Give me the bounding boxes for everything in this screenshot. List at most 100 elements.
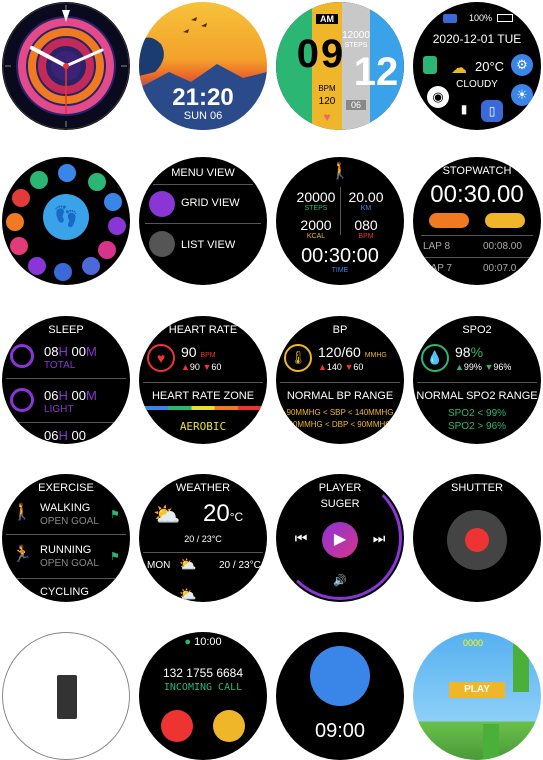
minute-unit: M [85,388,97,403]
camera-shutter-screen: SHUTTER [413,474,541,602]
light-hours: 06 [44,388,59,403]
decline-button[interactable] [161,710,193,742]
time-label: 21:20 [172,84,234,111]
activity-screen: 🚶 20000 STEPS 20.00 KM 2000 KCAL 080 BPM… [276,157,404,285]
settings-icon[interactable]: ⚙ [511,54,533,76]
screen-title: SHUTTER [451,482,503,494]
spo2-high: 99% [463,362,482,372]
watchface-analog[interactable] [2,2,130,130]
spo2-low: 96% [493,362,512,372]
bpm-label: BPM [318,84,336,93]
hr-low: 60 [211,362,222,372]
range-line: 60MMHG < DBP < 90MMHG [288,420,392,429]
camera-app-icon[interactable] [104,193,122,211]
light-sleep-icon [10,388,34,412]
date-label: 2020-12-01 TUE [432,32,522,46]
exercise-name[interactable]: RUNNING [40,544,91,556]
music-player-screen: PLAYER SUGER ⏮ ▶ ⏭ 🔊 [276,474,404,602]
thermometer-icon: 🌡 [284,344,312,372]
temp-label: 20°C [475,59,505,74]
exercise-app-icon[interactable] [6,213,24,231]
total-label: TOTAL [44,360,76,371]
vibrate-icon[interactable]: ▯ [481,100,503,122]
next-button[interactable]: ⏭ [370,530,388,547]
spo2-app-icon[interactable] [30,171,48,189]
bp-app-icon[interactable] [12,189,30,207]
range-title: NORMAL SPO2 RANGE [416,390,538,402]
bpm-value: 120 [318,96,336,107]
watchface-info[interactable]: 100% 2020-12-01 TUE ☁ 20°C ⚙ CLOUDY ◉ ▮ … [413,2,541,130]
volume-icon[interactable]: 🔊 [332,574,348,587]
forecast-range: 20 / 23°C [219,560,261,571]
hour-unit: H [58,344,68,359]
game-app-icon[interactable] [98,241,116,259]
steps-label: STEPS [304,205,328,212]
stopwatch-screen: STOPWATCH 00:30.00 LAP 8 00:08.00 LAP 7 … [413,157,541,285]
flag-icon[interactable]: ⚑ [110,508,120,521]
list-icon [149,231,175,257]
flashlight-screen[interactable] [2,632,130,760]
game-screen[interactable]: 0000 PLAY [413,632,541,760]
screen-title: HEART RATE [168,324,238,336]
hr-value: 90 [181,344,197,360]
music-app-icon[interactable] [108,217,126,235]
flag-icon[interactable]: ⚑ [110,550,120,563]
light-label: LIGHT [44,404,74,415]
bpm-label: BPM [358,233,374,240]
bp-unit: MMHG [364,352,387,359]
settings-app-icon[interactable] [82,257,100,275]
range-line: 90MMHG < SBP < 140MMHG [286,408,394,417]
lap-button[interactable] [429,213,469,228]
cloudy-icon: ⛅ [153,502,181,527]
menu-view-screen: MENU VIEW GRID VIEW LIST VIEW [139,157,267,285]
km-label: KM [360,205,372,212]
play-button[interactable]: ▶ [322,522,358,558]
steps-small-app-icon[interactable] [54,263,72,281]
exercise-name[interactable]: WALKING [40,502,90,514]
incoming-call-screen: ● 10:00 132 1755 6684 INCOMING CALL [139,632,267,760]
forecast-icon: ⛅ [179,556,197,572]
film-icon[interactable]: ◉ [427,86,449,108]
grid-view-option[interactable]: GRID VIEW [181,197,240,209]
sleep-icon [10,344,34,368]
kcal-value: 2000 [300,217,332,233]
play-button[interactable]: PLAY [449,682,505,698]
watchface-landscape[interactable]: 21:20 SUN 06 [139,2,267,130]
exercise-goal: OPEN GOAL [40,516,99,527]
bp-low: 60 [353,362,364,372]
pipe-bottom [483,724,499,760]
bluetooth-icon [443,14,457,23]
app-launcher[interactable]: 👣 [2,157,130,285]
day-label: 06 [346,100,366,110]
sleep-app-icon[interactable] [28,257,46,275]
mute-button[interactable] [213,710,245,742]
temp-unit: °C [229,510,244,524]
shutter-button[interactable] [465,528,489,552]
screen-title: PLAYER [318,482,362,494]
pause-button[interactable] [485,213,525,228]
minute-label: 12 [353,50,399,94]
previous-button[interactable]: ⏮ [292,530,310,547]
range-line: SPO2 < 99% [447,408,507,419]
message-app-icon[interactable] [88,173,106,191]
walk-icon: 🚶 [12,504,32,521]
battery-app-icon [423,56,437,74]
deep-hours: 06 [44,428,59,443]
walk-icon: 🚶 [330,163,350,180]
exercise-name[interactable]: CYCLING [40,586,89,598]
zone-label: AEROBIC [179,420,227,433]
analog-dial [2,2,130,130]
weather-app-icon[interactable] [58,164,76,182]
watchface-color-blocks[interactable]: AM 09 12000 STEPS 12 BPM 120 06 ♥ [276,2,404,130]
droplet-icon: 💧 [421,344,449,372]
exercise-goal: OPEN GOAL [40,558,99,569]
screen-title: WEATHER [175,482,231,494]
flashlight-icon[interactable]: ▮ [457,102,471,122]
list-view-option[interactable]: LIST VIEW [181,239,235,251]
brightness-icon[interactable]: ☀ [511,84,533,106]
steps-app-icon[interactable]: 👣 [43,194,89,240]
heart-app-icon[interactable] [10,237,28,255]
time-label: TIME [331,267,349,274]
temp-value: 20 [203,500,230,527]
total-hours: 08 [44,344,59,359]
